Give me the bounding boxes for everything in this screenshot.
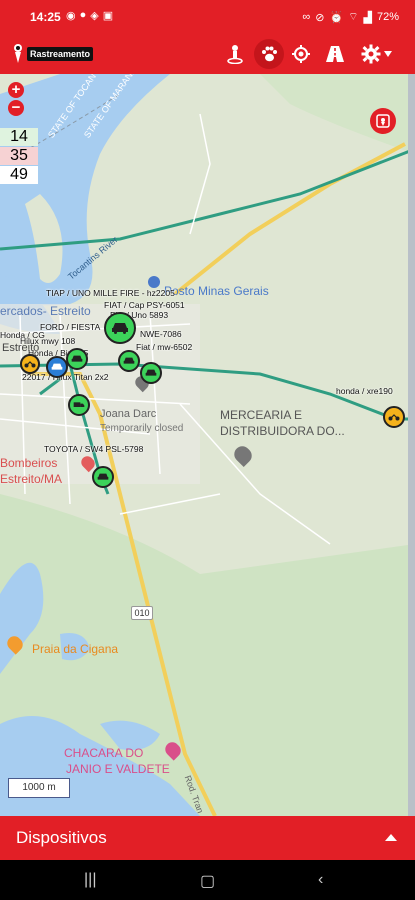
car-icon (112, 323, 128, 334)
label-temporarily-closed: Temporarily closed (100, 423, 184, 434)
crosshair-icon (292, 45, 310, 63)
shield-icon: ◈ (90, 10, 99, 22)
vehicle-label: Hilux mwy 108 (20, 336, 76, 346)
app-bar: Rastreamento (0, 34, 415, 74)
vehicle-label: FORD / FIESTA (40, 322, 101, 332)
car-icon (145, 369, 157, 376)
car-icon (51, 363, 63, 370)
vehicle-label: NWE-7086 (140, 329, 182, 339)
recent-apps-icon[interactable]: ||| (84, 871, 96, 889)
vehicle-label: FIAT / Cap PSY-6051 (104, 300, 185, 310)
system-icons: ∞ ⊘ ⏰ ⌔ ▟ 72% (302, 10, 399, 24)
map-pin-icon (376, 114, 390, 128)
notification-icons: ◉ ● ◈ ▣ (66, 9, 113, 22)
vehicle-marker[interactable] (20, 354, 40, 374)
locate-button[interactable] (288, 41, 314, 67)
signal-icon: ▟ (363, 11, 372, 24)
vehicle-marker[interactable] (104, 312, 136, 344)
status-time: 14:25 (30, 10, 61, 24)
label-mercearia-1: MERCEARIA E (220, 408, 303, 422)
home-icon[interactable]: ▢ (200, 871, 215, 891)
map-scale: 1000 m (8, 778, 70, 798)
vehicle-marker[interactable] (46, 356, 68, 378)
alarm-icon: ⏰ (329, 11, 344, 24)
label-posto: Posto Minas Gerais (164, 284, 269, 298)
gas-station-icon (148, 276, 160, 288)
wifi-icon: ⌔ (348, 11, 359, 23)
road-icon (326, 46, 344, 62)
car-icon (71, 355, 83, 362)
count-offline[interactable]: 35 (0, 147, 38, 165)
label-joana-darc: Joana Darc (100, 408, 157, 420)
system-nav-bar: ||| ▢ ‹ (0, 860, 415, 900)
vehicle-marker[interactable] (118, 350, 140, 372)
devices-panel-title: Dispositivos (16, 828, 107, 847)
label-bombeiros-1: Bombeiros (0, 456, 58, 470)
gear-icon (361, 44, 380, 64)
truck-icon (73, 402, 85, 407)
motorcycle-icon (24, 361, 36, 368)
image-icon: ▣ (102, 10, 114, 22)
link-icon: ∞ (302, 11, 311, 23)
count-online[interactable]: 14 (0, 128, 38, 146)
vehicle-marker[interactable] (92, 466, 114, 488)
battery-text: 72% (376, 11, 399, 23)
settings-menu-button[interactable] (358, 41, 394, 67)
zoom-out-button[interactable]: − (8, 100, 24, 116)
app-logo: Rastreamento (12, 42, 94, 66)
label-bombeiros-2: Estreito/MA (0, 472, 63, 486)
vehicle-label: TIAP / UNO MILLE FIRE - hz2205 (46, 288, 175, 298)
person-pin-icon (227, 45, 243, 64)
route-button[interactable] (322, 41, 348, 67)
vehicle-label: TOYOTA / SW4 PSL-5798 (44, 444, 144, 454)
paw-icon (262, 46, 277, 62)
vehicle-marker[interactable] (68, 394, 90, 416)
whatsapp-icon: ◉ (66, 10, 76, 22)
expand-caret-icon[interactable] (385, 834, 397, 841)
motorcycle-icon (388, 414, 400, 421)
notification-dot-icon: ● (79, 9, 87, 21)
logo-text: Rastreamento (27, 47, 94, 61)
label-mercearia-2: DISTRIBUIDORA DO... (220, 424, 345, 438)
count-total[interactable]: 49 (0, 166, 38, 184)
person-pin-button[interactable] (222, 41, 248, 67)
road-shield-010: 010 (131, 606, 153, 620)
vehicle-label: Fiat / mw-6502 (136, 342, 193, 352)
paw-button[interactable] (254, 39, 284, 69)
label-chacara-1: CHACARA DO (64, 746, 144, 760)
devices-panel[interactable]: Dispositivos (0, 816, 415, 860)
label-mercados: ercados- Estreito (0, 304, 91, 318)
label-chacara-2: JANIO E VALDETE (66, 762, 170, 776)
vehicle-label: honda / xre190 (336, 386, 393, 396)
car-icon (97, 473, 109, 480)
vehicle-marker[interactable] (140, 362, 162, 384)
label-praia: Praia da Cigana (32, 642, 119, 656)
logo-pin-icon (14, 44, 22, 63)
mute-icon: ⊘ (315, 11, 325, 24)
caret-down-icon (383, 51, 392, 57)
vehicle-marker[interactable] (383, 406, 405, 428)
status-bar: 14:25 ◉ ● ◈ ▣ ∞ ⊘ ⏰ ⌔ ▟ 72% (0, 0, 415, 34)
map-view[interactable]: + − 14 35 49 STATE OF TOCAN STATE OF MAR… (0, 74, 415, 816)
back-icon[interactable]: ‹ (318, 871, 323, 889)
map-overlay-button[interactable] (370, 108, 396, 134)
zoom-in-button[interactable]: + (8, 82, 24, 98)
vehicle-marker[interactable] (66, 348, 88, 370)
car-icon (123, 357, 135, 364)
